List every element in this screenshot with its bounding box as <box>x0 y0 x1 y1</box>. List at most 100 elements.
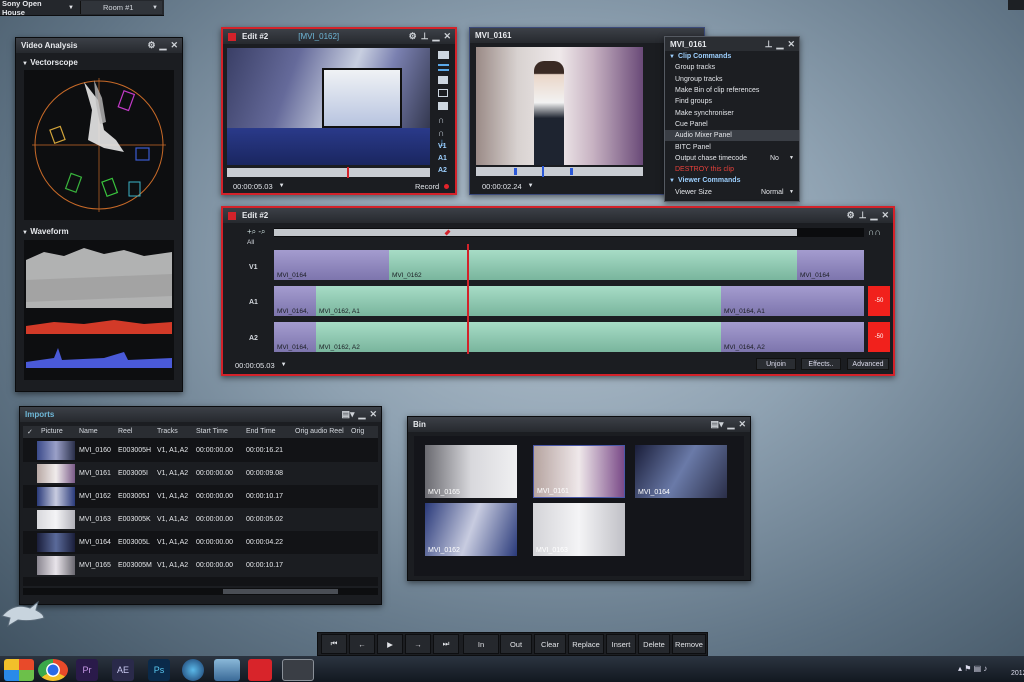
clip-v1-2[interactable]: MVI_0162 <box>389 250 797 280</box>
unjoin-button[interactable]: Unjoin <box>756 358 796 370</box>
insert-button[interactable]: Insert <box>606 634 636 654</box>
menu-item-viewer-size[interactable]: Viewer Size Normal ▼ <box>665 187 799 198</box>
edit-viewer-scrubber[interactable] <box>227 167 430 178</box>
film-icon[interactable] <box>438 102 448 110</box>
pin-icon[interactable]: ⊥ <box>859 210 867 221</box>
view-toggle-icon[interactable]: ▤▾ <box>711 419 724 430</box>
column-header-reel[interactable]: Reel <box>118 428 132 435</box>
lightworks-icon[interactable] <box>282 659 314 681</box>
menu-item-find-groups[interactable]: Find groups <box>665 96 799 107</box>
minimize-icon[interactable]: ▁ <box>728 419 735 430</box>
zoom-out-icon[interactable]: -⌕ <box>258 227 265 236</box>
table-row[interactable]: MVI_0162 E003005J V1, A1,A2 00:00:00.00 … <box>23 485 378 508</box>
check-icon[interactable]: ✓ <box>27 428 33 436</box>
view-toggle-icon[interactable]: ▤▾ <box>342 409 355 420</box>
track-v1-label[interactable]: V1 <box>249 264 258 271</box>
clip-v1-1[interactable]: MVI_0164 <box>274 250 389 280</box>
bin-clip-mvi-0161[interactable]: MVI_0161 <box>533 445 625 498</box>
remove-button[interactable]: Remove <box>672 634 706 654</box>
go-to-end-button[interactable]: ⏭ <box>433 634 459 654</box>
close-icon[interactable]: ✕ <box>738 419 746 430</box>
edit-viewer-video[interactable] <box>227 48 430 165</box>
close-icon[interactable]: ✕ <box>881 210 889 221</box>
track-a1-toggle[interactable]: A1 <box>438 155 447 162</box>
minimize-icon[interactable]: ▁ <box>871 210 878 221</box>
out-marker[interactable] <box>570 168 573 175</box>
vectorscope-header[interactable]: ▼ Vectorscope <box>22 58 78 67</box>
bin-clip-mvi-0162[interactable]: MVI_0162 <box>425 503 517 556</box>
advanced-button[interactable]: Advanced <box>847 358 889 370</box>
column-header-picture[interactable]: Picture <box>41 428 63 435</box>
track-a2-label[interactable]: A2 <box>249 335 258 342</box>
loop-icons[interactable]: ∩∩ <box>868 227 881 237</box>
close-icon[interactable]: ✕ <box>787 39 795 50</box>
table-row[interactable]: MVI_0164 E003005L V1, A1,A2 00:00:00.00 … <box>23 531 378 554</box>
table-row[interactable]: MVI_0160 E003005H V1, A1,A2 00:00:00.00 … <box>23 439 378 462</box>
media-player-icon[interactable] <box>182 659 204 681</box>
settings-icon[interactable]: ⚙ <box>147 40 155 51</box>
clip-a2-1[interactable]: MVI_0164, <box>274 322 316 352</box>
zoom-in-icon[interactable]: +⌕ <box>247 227 256 236</box>
chrome-icon[interactable] <box>38 659 68 681</box>
delete-button[interactable]: Delete <box>638 634 670 654</box>
bin-clip-mvi-0164[interactable]: MVI_0164 <box>635 445 727 498</box>
chase-value[interactable]: No <box>770 155 779 162</box>
column-header-orig[interactable]: Orig <box>351 428 364 435</box>
clip-viewer-video[interactable] <box>476 47 643 165</box>
record-button[interactable]: Record <box>415 179 450 193</box>
play-button[interactable]: ▶ <box>377 634 403 654</box>
list-icon[interactable] <box>438 64 449 71</box>
clip-v1-3[interactable]: MVI_0164 <box>797 250 864 280</box>
clip-a1-2[interactable]: MVI_0162, A1 <box>316 286 721 316</box>
menu-item-group-tracks[interactable]: Group tracks <box>665 62 799 73</box>
menu-item-bitc-panel[interactable]: BITC Panel <box>665 141 799 152</box>
imports-scrollbar[interactable] <box>23 588 378 595</box>
minimize-icon[interactable]: ▁ <box>359 409 366 420</box>
photoshop-icon[interactable]: Ps <box>148 659 170 681</box>
bin-clip-mvi-0163[interactable]: MVI_0163 <box>533 503 625 556</box>
room-selector[interactable]: Room #1 ▼ <box>80 1 162 14</box>
site-selector[interactable]: Sony Open House ▼ <box>2 0 74 17</box>
menu-item-make-synchroniser[interactable]: Make synchroniser <box>665 107 799 118</box>
table-row[interactable]: MVI_0163 E003005K V1, A1,A2 00:00:00.00 … <box>23 508 378 531</box>
menu-item-ungroup-tracks[interactable]: Ungroup tracks <box>665 74 799 85</box>
premiere-icon[interactable]: Pr <box>76 659 98 681</box>
clip-commands-header[interactable]: ▼ Clip Commands <box>665 51 799 62</box>
waveform-header[interactable]: ▼ Waveform <box>22 227 69 236</box>
close-icon[interactable]: ✕ <box>443 31 451 42</box>
close-icon[interactable]: ✕ <box>369 409 377 420</box>
timeline-ruler[interactable] <box>274 228 864 237</box>
bin-clip-mvi-0165[interactable]: MVI_0165 <box>425 445 517 498</box>
mark-out-button[interactable]: Out <box>500 634 532 654</box>
menu-item-make-bin[interactable]: Make Bin of clip references <box>665 85 799 96</box>
clip-a1-3[interactable]: MVI_0164, A1 <box>721 286 864 316</box>
clip-a2-3[interactable]: MVI_0164, A2 <box>721 322 864 352</box>
column-header-tracks[interactable]: Tracks <box>157 428 178 435</box>
timeline-timecode[interactable]: 00:00:05.03 ▼ <box>235 358 287 372</box>
viewer-size-value[interactable]: Normal <box>761 189 784 196</box>
mark-in-button[interactable]: In <box>463 634 499 654</box>
menu-item-output-chase-timecode[interactable]: Output chase timecode No ▼ <box>665 153 799 164</box>
pin-icon[interactable]: ⊥ <box>421 31 429 42</box>
menu-item-audio-mixer-panel[interactable]: Audio Mixer Panel <box>665 130 799 142</box>
column-header-name[interactable]: Name <box>79 428 98 435</box>
clip-a2-2[interactable]: MVI_0162, A2 <box>316 322 721 352</box>
in-marker[interactable] <box>514 168 517 175</box>
acrobat-icon[interactable] <box>248 659 272 681</box>
minimize-icon[interactable]: ▁ <box>160 40 167 51</box>
column-header-start-time[interactable]: Start Time <box>196 428 228 435</box>
timeline-playhead[interactable] <box>467 244 469 354</box>
window-icon[interactable] <box>438 89 448 97</box>
clear-button[interactable]: Clear <box>534 634 566 654</box>
clip-a1-1[interactable]: MVI_0164, <box>274 286 316 316</box>
curve-down-icon[interactable]: ∩ <box>438 128 450 138</box>
clip-viewer-timecode[interactable]: 00:00:02.24 ▼ <box>482 179 534 193</box>
clip-viewer-scrubber[interactable] <box>476 166 643 177</box>
replace-button[interactable]: Replace <box>568 634 604 654</box>
a2-level-meter[interactable]: -50 <box>868 322 890 352</box>
scrollbar-thumb[interactable] <box>223 589 338 594</box>
a1-level-meter[interactable]: -50 <box>868 286 890 316</box>
track-a1-label[interactable]: A1 <box>249 299 258 306</box>
column-header-end-time[interactable]: End Time <box>246 428 276 435</box>
ruler-visible-range[interactable] <box>274 229 797 236</box>
